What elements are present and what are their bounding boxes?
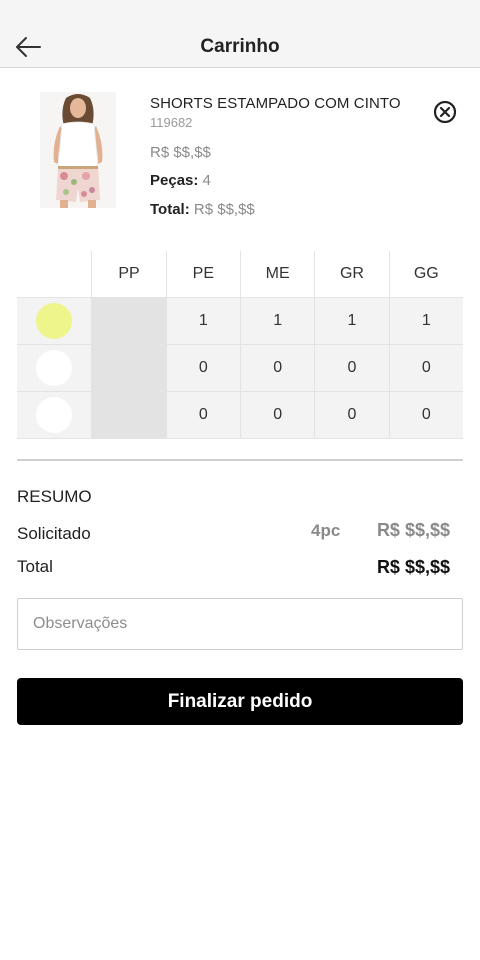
color-row: 0000 <box>17 345 463 392</box>
size-header-corner <box>17 251 92 298</box>
size-header-gr: GR <box>314 251 389 298</box>
notes-input[interactable] <box>17 598 463 650</box>
quantity-cell-pp <box>91 392 166 439</box>
quantity-cell-pe[interactable]: 1 <box>165 298 240 345</box>
quantity-cell-gg[interactable]: 0 <box>388 345 463 392</box>
product-pieces: Peças: 4 <box>150 172 211 189</box>
color-row: 1111 <box>17 298 463 345</box>
size-header-pp: PP <box>91 251 166 298</box>
color-cell <box>17 298 92 345</box>
size-header-pe: PE <box>165 251 240 298</box>
color-cell <box>17 392 92 439</box>
product-total-value: R$ $$,$$ <box>193 201 255 218</box>
quantity-cell-gg[interactable]: 0 <box>388 392 463 439</box>
product-price: R$ $$,$$ <box>150 144 211 161</box>
product-image <box>40 92 116 208</box>
total-label: Total <box>17 557 53 576</box>
page-title: Carrinho <box>200 36 280 57</box>
quantity-cell-gr[interactable]: 0 <box>314 345 389 392</box>
summary-title: RESUMO <box>17 487 92 506</box>
quantity-cell-gr[interactable]: 0 <box>314 392 389 439</box>
quantity-cell-me[interactable]: 0 <box>239 345 315 392</box>
color-swatch[interactable] <box>36 303 73 339</box>
size-header-me: ME <box>239 251 315 298</box>
pieces-value: 4 <box>202 172 211 189</box>
pieces-label: Peças: <box>150 172 199 189</box>
divider <box>17 459 463 461</box>
requested-label: Solicitado <box>17 524 91 543</box>
total-price: R$ $$,$$ <box>376 557 450 577</box>
size-header-row: PP PE ME GR GG <box>17 251 463 298</box>
color-swatch[interactable] <box>36 350 73 386</box>
color-swatch[interactable] <box>36 397 73 433</box>
product-total: Total: R$ $$,$$ <box>150 201 255 218</box>
quantity-cell-pp <box>91 345 166 392</box>
requested-price: R$ $$,$$ <box>376 520 450 540</box>
quantity-cell-me[interactable]: 1 <box>239 298 315 345</box>
quantity-cell-gr[interactable]: 1 <box>314 298 389 345</box>
size-header-gg: GG <box>388 251 463 298</box>
color-cell <box>17 345 92 392</box>
quantity-cell-pp <box>91 298 166 345</box>
product-code: 119682 <box>150 115 193 130</box>
quantity-cell-gg[interactable]: 1 <box>388 298 463 345</box>
color-row: 0000 <box>17 392 463 439</box>
app-header: Carrinho <box>0 0 480 68</box>
quantity-cell-pe[interactable]: 0 <box>165 392 240 439</box>
size-quantity-grid: PP PE ME GR GG 1 1 1 1 0 0 0 0 0 0 0 0 <box>17 251 463 439</box>
product-name: SHORTS ESTAMPADO COM CINTO <box>150 95 401 112</box>
requested-quantity: 4pc <box>311 521 341 540</box>
remove-item-button[interactable] <box>432 99 458 125</box>
quantity-cell-me[interactable]: 0 <box>239 392 315 439</box>
close-circle-icon <box>433 100 457 124</box>
quantity-cell-pe[interactable]: 0 <box>165 345 240 392</box>
finalize-order-button[interactable]: Finalizar pedido <box>17 678 463 725</box>
product-total-label: Total: <box>150 201 190 218</box>
